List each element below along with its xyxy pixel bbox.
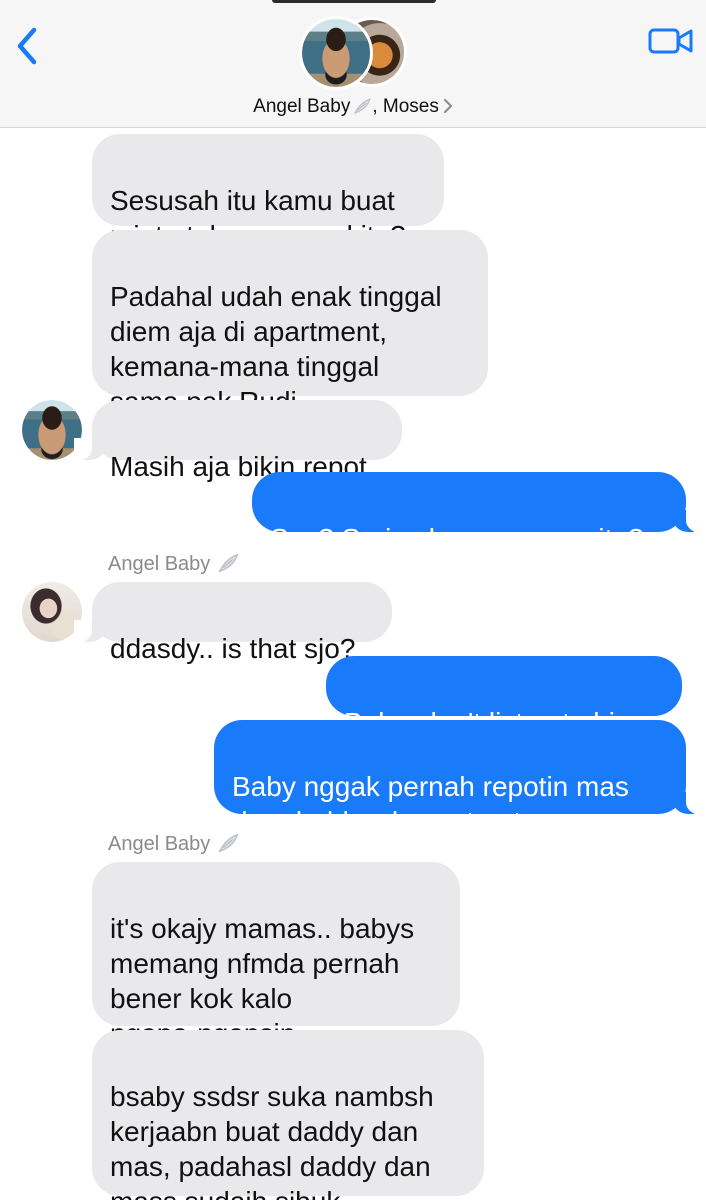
chevron-left-icon <box>17 27 37 65</box>
angel-wing-icon <box>216 552 240 574</box>
conversation-header: Angel Baby , Moses <box>0 0 706 128</box>
message-text: Baby nggak pernah repotin mas dan daddy,… <box>232 771 629 837</box>
member-name-angel-baby: Angel Baby <box>253 96 351 117</box>
message-text: Padahal udah enak tinggal diem aja di ap… <box>110 281 442 417</box>
message-bubble-incoming[interactable]: it's okajy mamas.. babys memang nfmda pe… <box>92 862 460 1049</box>
message-bubble-incoming[interactable]: ddasdy.. is that sjo? <box>74 582 392 664</box>
message-bubble-outgoing[interactable]: Ses? Serius lu ngomong gitu? <box>252 472 704 554</box>
back-button[interactable] <box>12 26 46 66</box>
message-bubble-incoming[interactable]: Masih aja bikin repot <box>74 400 402 482</box>
avatar-angel-baby <box>299 16 373 90</box>
video-camera-icon <box>648 28 693 54</box>
sender-name-label: Angel Baby <box>108 832 240 856</box>
message-bubble-incoming[interactable]: bsaby ssdsr suka nambsh kerjaabn buat da… <box>92 1030 484 1200</box>
member-name-moses: , Moses <box>372 96 439 117</box>
status-bar-indicator <box>272 0 436 3</box>
message-text: ddasdy.. is that sjo? <box>110 633 356 664</box>
message-text: Ses? Serius lu ngomong gitu? <box>270 523 644 554</box>
angel-wing-icon <box>216 832 240 854</box>
message-bubble-incoming[interactable]: Padahal udah enak tinggal diem aja di ap… <box>92 230 488 417</box>
message-text: bsaby ssdsr suka nambsh kerjaabn buat da… <box>110 1081 434 1200</box>
message-bubble-outgoing[interactable]: Baby nggak pernah repotin mas dan daddy,… <box>214 720 704 837</box>
angel-wing-icon <box>352 97 372 115</box>
sender-avatar[interactable] <box>22 400 82 460</box>
sender-name-label: Angel Baby <box>108 552 240 576</box>
group-avatar[interactable] <box>299 16 409 92</box>
chevron-right-icon <box>443 98 453 120</box>
messages-screen: Angel Baby , Moses Sesusah itu kamu buat … <box>0 0 706 1200</box>
conversation-title[interactable]: Angel Baby , Moses <box>0 96 706 120</box>
message-bubble-incoming[interactable]: Sesusah itu kamu buat minta tolong sama … <box>92 134 444 251</box>
message-text: it's okajy mamas.. babys memang nfmda pe… <box>110 913 415 1049</box>
sender-avatar[interactable] <box>22 582 82 642</box>
message-bubble-outgoing[interactable]: Baby, don't listen to him <box>326 656 682 738</box>
facetime-video-button[interactable] <box>648 26 694 56</box>
